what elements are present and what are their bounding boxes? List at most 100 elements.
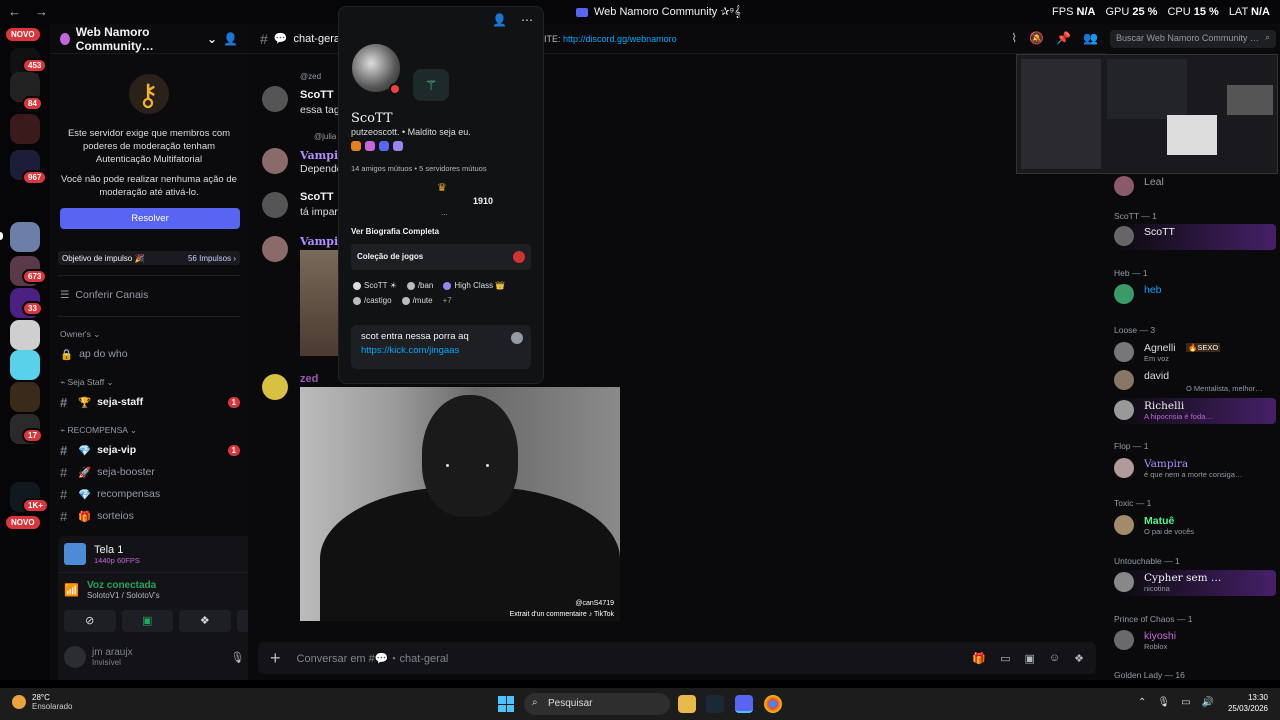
stream-thumbnail[interactable] xyxy=(64,543,86,565)
member-item[interactable]: Agnelli 🔥SEXO Em voz xyxy=(1114,340,1276,366)
boost-goal-bar[interactable]: Objetivo de impulso 🎉 56 Impulsos › xyxy=(58,251,240,266)
channel-recompensas[interactable]: # 💎 recompensas xyxy=(50,483,248,505)
chevron-down-icon[interactable]: ⌄ xyxy=(207,32,217,46)
gem-icon: 💎 xyxy=(78,444,92,457)
server-icon[interactable] xyxy=(10,222,40,252)
search-input[interactable]: Buscar Web Namoro Community … ⌕ xyxy=(1110,30,1276,48)
avatar[interactable] xyxy=(262,374,288,400)
server-icon[interactable] xyxy=(10,114,40,144)
member-item[interactable]: Cypher sem … nicotina xyxy=(1114,570,1276,596)
resolve-button[interactable]: Resolver xyxy=(60,208,240,230)
badge-icon[interactable] xyxy=(351,141,361,151)
camera-off-button[interactable]: ⊘ xyxy=(64,610,116,632)
author-name[interactable]: ScoTT xyxy=(300,191,334,203)
avatar[interactable] xyxy=(262,236,288,262)
members-icon[interactable]: 👥 xyxy=(1083,31,1098,45)
voice-status[interactable]: Voz conectada xyxy=(87,580,160,591)
message-composer[interactable]: + Conversar em #💬・chat-geral 🎁 ▭ ▣ ☺ ❖ xyxy=(258,642,1096,674)
view-full-bio-link[interactable]: Ver Biografia Completa xyxy=(351,227,439,236)
member-item[interactable]: kiyoshi Roblox xyxy=(1114,628,1276,654)
voice-channel[interactable]: SolotoV1 / SolotoV's xyxy=(87,591,160,600)
avatar[interactable] xyxy=(262,148,288,174)
clock[interactable]: 13:30 25/03/2026 xyxy=(1228,692,1268,714)
server-header[interactable]: Web Namoro Community… ⌄ 👤 xyxy=(50,24,248,54)
emoji-icon[interactable]: ☺ xyxy=(1049,652,1060,665)
category-seja-staff[interactable]: ⌁ Seja Staff ⌄ xyxy=(50,373,248,391)
member-item[interactable]: Leal xyxy=(1114,174,1276,200)
category-recompensa[interactable]: ⌁ RECOMPENSA ⌄ xyxy=(50,421,248,439)
microphone-icon[interactable]: 🎙 xyxy=(1157,697,1170,708)
author-name[interactable]: ScoTT xyxy=(300,89,334,101)
server-icon[interactable] xyxy=(10,320,40,350)
screen-preview[interactable] xyxy=(1016,54,1278,174)
channel-seja-staff[interactable]: # 🏆 seja-staff 1 xyxy=(50,391,248,413)
chrome-icon[interactable] xyxy=(764,695,782,713)
composer-placeholder[interactable]: Conversar em #💬・chat-geral xyxy=(297,650,449,666)
server-icon[interactable] xyxy=(10,350,40,380)
games-collection[interactable]: Coleção de jogos xyxy=(351,244,531,270)
taskbar-search[interactable]: ⌕ Pesquisar xyxy=(524,693,670,715)
reply-reference[interactable]: @zed xyxy=(300,72,321,81)
role-tag[interactable]: /mute xyxy=(401,296,433,305)
back-arrow-icon[interactable]: ← xyxy=(8,4,21,19)
channel-seja-vip[interactable]: # 💎 seja-vip 1 xyxy=(50,439,248,461)
more-icon[interactable]: ⋯ xyxy=(521,13,533,27)
badge-icon[interactable] xyxy=(365,141,375,151)
channel-seja-booster[interactable]: # 🚀 seja-booster xyxy=(50,461,248,483)
gif-icon[interactable]: ▭ xyxy=(1000,652,1010,665)
channel-sorteios[interactable]: # 🎁 sorteios xyxy=(50,505,248,527)
message-input[interactable]: scot entra nessa porra aq https://kick.c… xyxy=(351,325,531,369)
channel-sidebar: Web Namoro Community… ⌄ 👤 ⚷ Este servido… xyxy=(50,24,294,680)
avatar[interactable] xyxy=(262,192,288,218)
emoji-icon[interactable] xyxy=(511,332,523,344)
plus-icon[interactable]: + xyxy=(270,648,281,669)
gift-icon[interactable]: 🎁 xyxy=(972,652,986,665)
chevron-up-icon[interactable]: ⌃ xyxy=(1138,697,1146,708)
more-roles[interactable]: +7 xyxy=(443,296,452,305)
add-member-icon[interactable]: 👤 xyxy=(223,32,238,46)
apps-icon[interactable]: ❖ xyxy=(1074,652,1084,665)
member-item[interactable]: Matuê O pai de vocês xyxy=(1114,513,1276,539)
mute-bell-icon[interactable]: 🔕 xyxy=(1029,31,1044,45)
file-explorer-icon[interactable] xyxy=(678,695,696,713)
role-tag[interactable]: High Class 👑 xyxy=(443,281,505,290)
role-tag[interactable]: /castigo xyxy=(353,296,392,305)
reply-reference[interactable]: @julia xyxy=(314,132,336,141)
pin-icon[interactable]: 📌 xyxy=(1056,31,1071,45)
role-tag[interactable]: ScoTT ☀ xyxy=(353,281,397,290)
forward-arrow-icon[interactable]: → xyxy=(35,4,48,19)
message-image[interactable] xyxy=(300,250,338,356)
browse-channels[interactable]: ☰ Conferir Canais xyxy=(50,284,248,306)
screen-share-button[interactable]: ▣ xyxy=(121,610,173,632)
sticker-icon[interactable]: ▣ xyxy=(1024,652,1034,665)
weather-widget[interactable]: 28°C Ensolarado xyxy=(12,693,72,711)
invite-link[interactable]: http://discord.gg/webnamoro xyxy=(563,34,677,44)
role-tag[interactable]: /ban xyxy=(406,281,433,290)
steam-icon[interactable] xyxy=(706,695,724,713)
video-attachment[interactable]: @canS4719 Extrait d'un commentaire ♪ Tik… xyxy=(300,387,620,621)
game-activity-icon[interactable]: ⚚ xyxy=(413,69,449,101)
member-item[interactable]: ScoTT xyxy=(1114,224,1276,250)
discord-icon[interactable] xyxy=(735,695,753,713)
mutual-info[interactable]: 14 amigos mútuos • 5 servidores mútuos xyxy=(351,164,487,173)
microphone-icon[interactable]: 🎙 xyxy=(230,651,244,664)
member-item[interactable]: heb xyxy=(1114,282,1276,308)
start-button[interactable] xyxy=(498,696,514,712)
member-item[interactable]: david O Mentalista, melhor… xyxy=(1114,368,1276,394)
activities-button[interactable]: ❖ xyxy=(179,610,231,632)
member-tag: 🔥SEXO xyxy=(1186,343,1221,352)
server-icon[interactable] xyxy=(10,382,40,412)
member-item[interactable]: Richelli A hipocrisia é foda… xyxy=(1114,398,1276,424)
volume-icon[interactable]: 🔊 xyxy=(1202,697,1214,708)
avatar[interactable] xyxy=(64,646,86,668)
avatar[interactable] xyxy=(262,86,288,112)
network-icon[interactable]: ▭ xyxy=(1181,697,1190,708)
category-owner[interactable]: Owner's ⌄ xyxy=(50,325,248,343)
author-name[interactable]: zed xyxy=(300,373,318,385)
badge-icon[interactable] xyxy=(393,141,403,151)
threads-icon[interactable]: ⌇ xyxy=(1011,31,1017,45)
badge-icon[interactable] xyxy=(379,141,389,151)
add-friend-icon[interactable]: 👤 xyxy=(492,13,507,27)
channel-ap-do-who[interactable]: 🔒 ap do who xyxy=(50,343,248,365)
member-item[interactable]: Vampira é que nem a morte consiga… xyxy=(1114,456,1276,482)
